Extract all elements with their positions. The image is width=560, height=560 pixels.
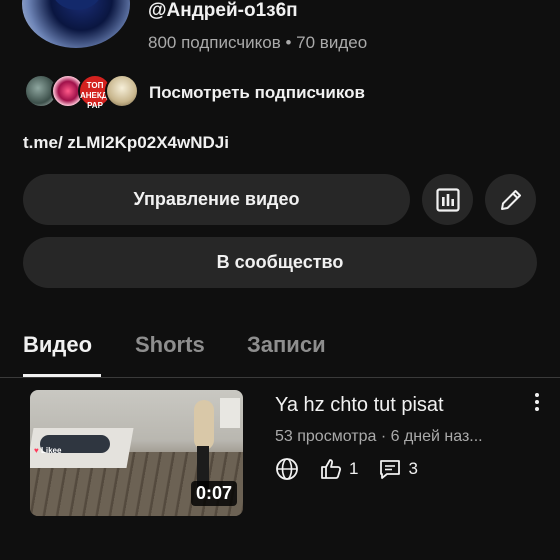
video-duration: 0:07 [190,481,237,506]
stats-icon [435,187,460,212]
more-vert-icon[interactable] [530,390,544,418]
video-meta: 53 просмотра · 6 дней наз... [275,428,483,445]
video-thumbnail[interactable]: ♥ Likee 0:07 [30,390,243,516]
subscriber-avatars[interactable]: ТОП АНЕКДОТ PAP [24,74,140,110]
subscriber-avatar [105,74,139,108]
manage-videos-button[interactable]: Управление видео [23,174,410,225]
thumb-up-icon[interactable] [319,457,343,481]
like-count: 1 [349,459,359,478]
tab-shorts[interactable]: Shorts [135,332,205,358]
channel-handle: @Андрей-о1з6п [148,0,298,21]
channel-avatar[interactable] [22,0,130,48]
channel-link[interactable]: t.me/ zLMl2Kp02X4wNDJi [23,133,229,153]
comment-count: 3 [408,459,418,478]
edit-channel-button[interactable] [485,174,536,225]
pencil-icon [500,189,521,210]
video-title[interactable]: Ya hz chto tut pisat [275,394,444,417]
view-subscribers-link[interactable]: Посмотреть подписчиков [149,83,365,103]
likee-watermark: ♥ Likee [34,446,62,455]
analytics-button[interactable] [422,174,473,225]
thumbnail-figure [194,400,214,450]
comment-icon[interactable] [378,457,402,481]
avatar-shape [52,0,102,10]
tab-posts[interactable]: Записи [247,332,326,358]
video-engagement: 1 3 [275,456,418,482]
tab-videos[interactable]: Видео [23,332,92,358]
tabs-divider [0,377,560,378]
community-button[interactable]: В сообщество [23,237,537,288]
globe-icon [276,458,298,480]
thumbnail-window [220,398,240,428]
channel-stats: 800 подписчиков • 70 видео [148,33,368,52]
